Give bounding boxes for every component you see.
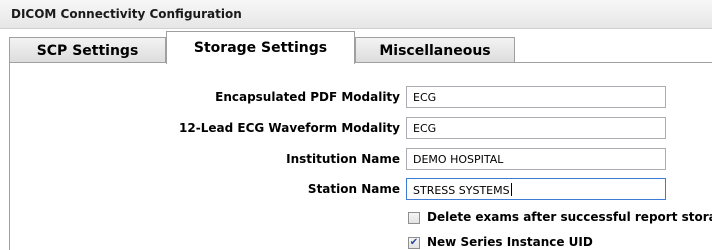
tab-scp-settings[interactable]: SCP Settings	[9, 37, 166, 63]
delete-exams-label: Delete exams after successful report sto…	[427, 210, 712, 224]
encapsulated-pdf-modality-row: Encapsulated PDF Modality	[10, 86, 400, 108]
institution-name-label: Institution Name	[286, 152, 400, 166]
field-value: STRESS SYSTEMS	[413, 184, 510, 197]
ecg-waveform-modality-label: 12-Lead ECG Waveform Modality	[179, 121, 400, 135]
tab-label: Miscellaneous	[379, 42, 491, 59]
field-value: ECG	[413, 91, 437, 104]
station-name-field[interactable]: STRESS SYSTEMS	[406, 178, 666, 200]
delete-exams-checkbox[interactable]	[408, 212, 420, 224]
field-value: ECG	[413, 122, 437, 135]
text-caret	[510, 183, 512, 196]
checkmark-icon: ✔	[409, 237, 419, 248]
new-series-uid-label: New Series Instance UID	[427, 235, 593, 249]
encapsulated-pdf-modality-field[interactable]: ECG	[406, 86, 666, 108]
encapsulated-pdf-modality-label: Encapsulated PDF Modality	[215, 90, 400, 104]
tab-miscellaneous[interactable]: Miscellaneous	[355, 37, 515, 63]
new-series-uid-checkbox[interactable]: ✔	[408, 237, 420, 249]
window-title: DICOM Connectivity Configuration	[11, 7, 242, 21]
tab-bar: SCP Settings Storage Settings Miscellane…	[9, 28, 709, 64]
institution-name-row: Institution Name	[10, 148, 400, 170]
tab-storage-settings[interactable]: Storage Settings	[166, 31, 355, 64]
institution-name-field[interactable]: DEMO HOSPITAL	[406, 148, 666, 170]
storage-settings-panel: Encapsulated PDF Modality ECG 12-Lead EC…	[9, 62, 712, 250]
field-value: DEMO HOSPITAL	[413, 153, 504, 166]
tab-label: Storage Settings	[193, 40, 328, 56]
ecg-waveform-modality-field[interactable]: ECG	[406, 117, 666, 139]
ecg-waveform-modality-row: 12-Lead ECG Waveform Modality	[10, 117, 400, 139]
station-name-label: Station Name	[307, 182, 400, 196]
window-title-bar: DICOM Connectivity Configuration	[0, 0, 712, 29]
tab-label: SCP Settings	[36, 42, 139, 59]
station-name-row: Station Name	[10, 178, 400, 200]
